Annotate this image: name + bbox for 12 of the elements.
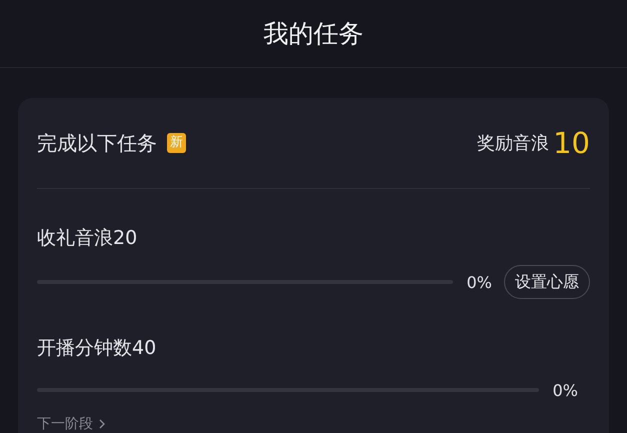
chevron-right-icon bbox=[99, 419, 105, 429]
reward-value: 10 bbox=[553, 126, 590, 160]
progress-reading: 0% bbox=[466, 272, 492, 292]
task-heading: 完成以下任务 bbox=[37, 130, 157, 156]
next-stage-link[interactable]: 下一阶段 bbox=[37, 415, 93, 433]
page-title: 我的任务 bbox=[264, 18, 364, 50]
new-badge: 新 bbox=[167, 133, 186, 153]
set-wish-button[interactable]: 设置心愿 bbox=[504, 265, 590, 299]
task-name: 开播分钟数40 bbox=[37, 336, 158, 361]
task-name: 收礼音浪20 bbox=[37, 226, 138, 251]
reward-label: 奖励音浪 bbox=[477, 132, 550, 155]
progress-reading: 0% bbox=[552, 380, 578, 400]
